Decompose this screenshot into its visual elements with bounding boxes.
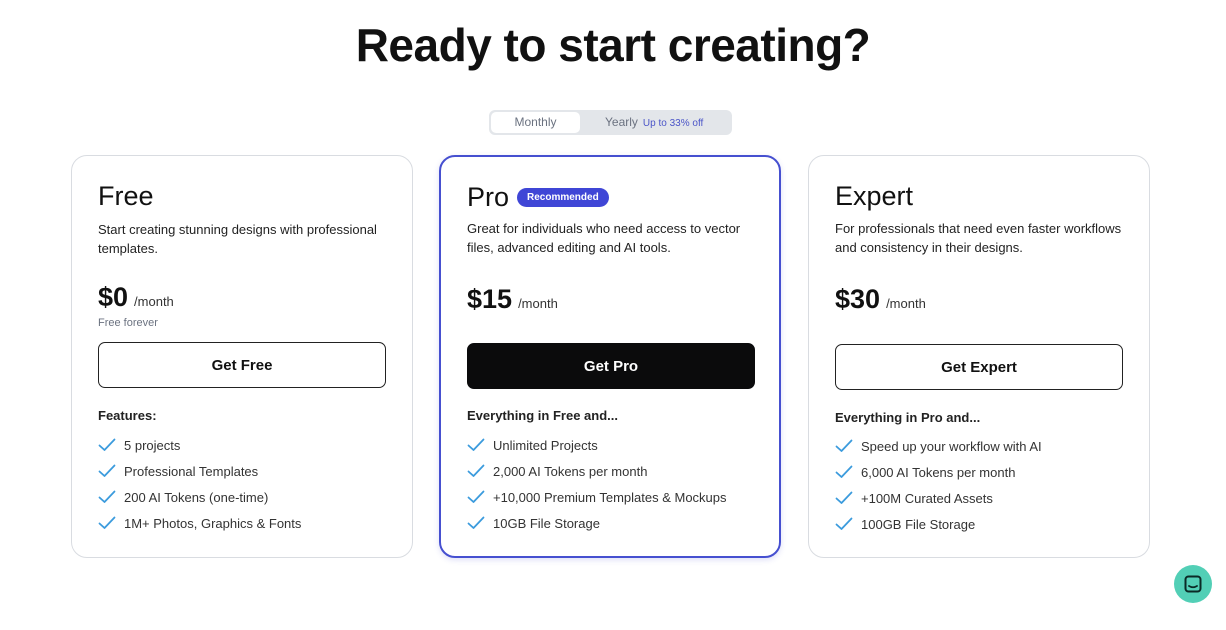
check-icon [98,516,116,529]
feature-item: +10,000 Premium Templates & Mockups [467,484,727,510]
feature-label: Unlimited Projects [493,437,598,453]
yearly-label: Yearly [605,115,638,129]
page-title: Ready to start creating? [355,19,871,71]
feature-label: 2,000 AI Tokens per month [493,463,648,479]
check-icon [835,439,853,452]
check-icon [467,464,485,477]
feature-item: 2,000 AI Tokens per month [467,458,727,484]
price-note: Free forever [98,317,158,329]
feature-label: Speed up your workflow with AI [861,438,1042,454]
check-icon [467,438,485,451]
monthly-option[interactable]: Monthly [491,112,580,133]
plan-name: Pro [467,182,510,212]
feature-label: +100M Curated Assets [861,490,993,506]
plan-period: /month [134,294,174,309]
feature-item: Professional Templates [98,458,301,484]
features-title: Features: [98,408,157,423]
recommended-badge: Recommended [517,188,609,207]
feature-label: 10GB File Storage [493,515,600,531]
feature-label: 200 AI Tokens (one-time) [124,489,269,505]
plan-period: /month [518,296,558,311]
plan-price: $30 [835,284,881,314]
feature-list: Speed up your workflow with AI 6,000 AI … [835,433,1042,537]
feature-item: 6,000 AI Tokens per month [835,459,1042,485]
feature-item: Speed up your workflow with AI [835,433,1042,459]
feature-label: +10,000 Premium Templates & Mockups [493,489,727,505]
feature-item: +100M Curated Assets [835,485,1042,511]
feature-item: 10GB File Storage [467,510,727,536]
plan-name: Free [98,181,154,211]
get-free-button[interactable]: Get Free [98,342,386,388]
check-icon [98,490,116,503]
feature-item: 200 AI Tokens (one-time) [98,484,301,510]
plan-card-pro: Pro Recommended Great for individuals wh… [439,155,781,558]
feature-item: 5 projects [98,432,301,458]
feature-item: 1M+ Photos, Graphics & Fonts [98,510,301,536]
plan-description: For professionals that need even faster … [835,221,1122,255]
check-icon [98,438,116,451]
price-row: $30/month [835,284,926,315]
features-title: Everything in Pro and... [835,410,981,425]
get-pro-button[interactable]: Get Pro [467,343,755,389]
check-icon [835,465,853,478]
feature-label: 100GB File Storage [861,516,976,532]
features-title: Everything in Free and... [467,408,618,423]
yearly-discount: Up to 33% off [642,118,704,129]
check-icon [835,517,853,530]
get-expert-button[interactable]: Get Expert [835,344,1123,390]
plan-description: Start creating stunning designs with pro… [98,222,377,256]
price-row: $15/month [467,284,558,315]
feature-label: Professional Templates [124,463,259,479]
chat-launcher-button[interactable] [1174,565,1212,603]
feature-list: Unlimited Projects 2,000 AI Tokens per m… [467,432,727,536]
feature-item: 100GB File Storage [835,511,1042,537]
plan-price: $15 [467,284,513,314]
plan-card-free: Free Start creating stunning designs wit… [71,155,413,558]
feature-list: 5 projects Professional Templates 200 AI… [98,432,301,536]
check-icon [98,464,116,477]
plan-period: /month [886,296,926,311]
check-icon [467,490,485,503]
feature-label: 5 projects [124,437,181,453]
feature-item: Unlimited Projects [467,432,727,458]
plan-name: Expert [835,181,914,211]
check-icon [835,491,853,504]
feature-label: 6,000 AI Tokens per month [861,464,1016,480]
feature-label: 1M+ Photos, Graphics & Fonts [124,515,302,531]
plan-card-expert: Expert For professionals that need even … [808,155,1150,558]
plan-description: Great for individuals who need access to… [467,221,741,255]
plan-price: $0 [98,282,129,312]
yearly-option[interactable]: Yearly Up to 33% off [585,112,703,133]
chat-icon [1184,575,1202,593]
billing-toggle[interactable]: Monthly Yearly Up to 33% off [489,110,732,135]
check-icon [467,516,485,529]
price-row: $0/month [98,282,174,313]
